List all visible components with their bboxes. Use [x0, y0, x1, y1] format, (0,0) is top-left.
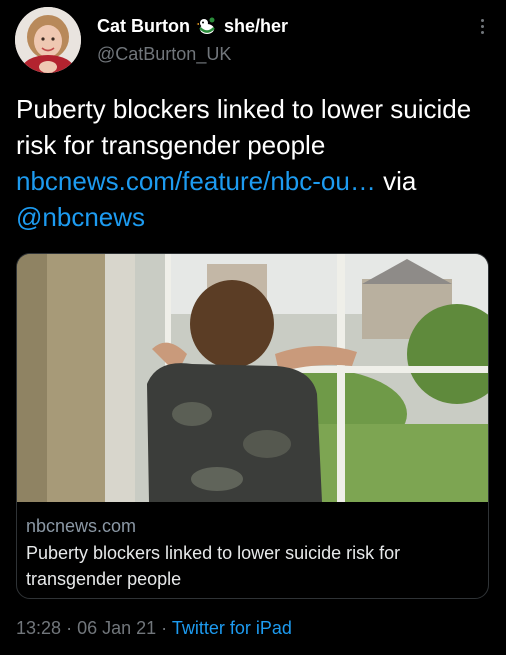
avatar[interactable] — [15, 7, 81, 73]
tweet-text: Puberty blockers linked to lower suicide… — [16, 91, 486, 235]
tweet-time: 13:28 — [16, 618, 62, 638]
author-pronouns: she/her — [224, 15, 289, 36]
tweet-link[interactable]: nbcnews.com/feature/nbc-ou… — [16, 166, 376, 196]
tweet-date: 06 Jan 21 — [77, 618, 157, 638]
more-vertical-icon[interactable] — [470, 14, 494, 38]
author-handle[interactable]: @CatBurton_UK — [97, 44, 231, 65]
meta-separator: · — [66, 618, 73, 638]
bird-emoji-icon — [196, 15, 218, 37]
tweet-mention[interactable]: @nbcnews — [16, 202, 145, 232]
tweet-body: Puberty blockers linked to lower suicide… — [16, 94, 472, 160]
card-image — [17, 254, 488, 502]
tweet-meta: 13:28 · 06 Jan 21 · Twitter for iPad — [16, 618, 292, 639]
author-name[interactable]: Cat Burton — [97, 16, 190, 37]
card-domain: nbcnews.com — [26, 516, 137, 536]
tweet-source[interactable]: Twitter for iPad — [172, 618, 292, 638]
card-title: Puberty blockers linked to lower suicide… — [26, 543, 401, 589]
author-name-row[interactable]: Cat Burton she/her — [97, 14, 288, 38]
link-card[interactable]: nbcnews.com Puberty blockers linked to l… — [16, 253, 489, 599]
meta-separator-2: · — [161, 618, 168, 638]
tweet-via: via — [383, 166, 417, 196]
